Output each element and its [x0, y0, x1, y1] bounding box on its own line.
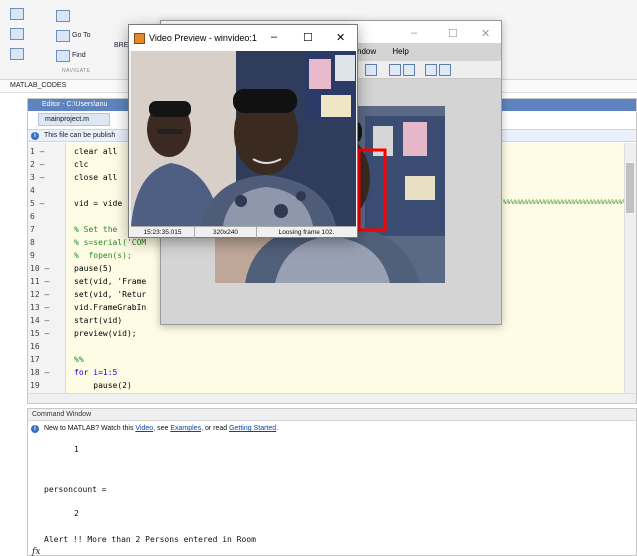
find-button[interactable]: Find — [72, 52, 86, 59]
line-number: 13 – — [30, 303, 50, 312]
line-number: 2 – — [30, 160, 45, 169]
code-line[interactable]: % s=serial('COM — [74, 238, 146, 247]
line-number: 15 – — [30, 329, 50, 338]
timestamp-readout: 15:23:35.015 — [131, 227, 195, 238]
line-number: 12 – — [30, 290, 50, 299]
close-button[interactable]: ✕ — [336, 31, 345, 44]
show-plot-tools-icon[interactable] — [439, 64, 451, 76]
code-line[interactable]: pause(5) — [74, 264, 113, 273]
info-mid1: , see — [153, 425, 171, 432]
info-icon: i — [31, 132, 39, 140]
code-line[interactable]: %% — [74, 355, 84, 364]
code-line[interactable]: preview(vid); — [74, 329, 137, 338]
publish-info-text: This file can be publish — [44, 132, 116, 139]
new-icon[interactable] — [10, 8, 24, 20]
goto-button[interactable]: Go To — [72, 32, 91, 39]
line-number: 10 – — [30, 264, 50, 273]
line-number: 14 – — [30, 316, 50, 325]
figure-maximize-button[interactable]: ☐ — [448, 27, 458, 40]
line-number: 17 — [30, 355, 40, 364]
figure-menubar: ndow Help — [357, 47, 409, 56]
legend-icon[interactable] — [403, 64, 415, 76]
alert-message: Alert !! More than 2 Persons entered in … — [44, 535, 256, 544]
maximize-button[interactable]: ☐ — [303, 31, 313, 44]
insert-icon[interactable] — [56, 10, 70, 22]
code-line[interactable]: pause(2) — [74, 381, 132, 390]
matlab-app-icon — [134, 33, 145, 44]
command-prompt-fx-icon[interactable]: fx — [32, 547, 40, 556]
goto-icon[interactable] — [56, 30, 70, 42]
line-number: 7 — [30, 225, 35, 234]
line-number: 19 — [30, 381, 40, 390]
minimize-button[interactable]: – — [271, 31, 277, 43]
compare-icon[interactable] — [10, 48, 24, 60]
new-to-matlab-bar: i New to MATLAB? Watch this Video, see E… — [28, 423, 636, 436]
command-window-title: Command Window — [28, 409, 636, 421]
frame-status-readout: Loosing frame 102. — [278, 229, 335, 236]
video-link[interactable]: Video — [135, 425, 153, 432]
editor-scroll-thumb[interactable] — [626, 163, 634, 213]
tab-mainproject[interactable]: mainproject.m — [38, 113, 110, 126]
code-line[interactable]: % Set the — [74, 225, 117, 234]
hide-plot-tools-icon[interactable] — [425, 64, 437, 76]
line-number: 4 — [30, 186, 35, 195]
find-icon[interactable] — [56, 50, 70, 62]
live-video-feed — [131, 51, 356, 226]
line-number: 11 – — [30, 277, 50, 286]
colorbar-icon[interactable] — [389, 64, 401, 76]
code-line[interactable]: for i=1:5 — [74, 368, 117, 377]
code-line[interactable]: clear all — [74, 147, 117, 156]
output-variable: personcount = — [44, 485, 107, 494]
line-number: 6 — [30, 212, 35, 221]
code-line[interactable]: set(vid, 'Frame — [74, 277, 146, 286]
menu-window[interactable]: ndow — [357, 47, 376, 56]
output-value: 1 — [74, 445, 79, 454]
code-line[interactable]: clc — [74, 160, 88, 169]
command-window: Command Window i New to MATLAB? Watch th… — [27, 408, 637, 556]
camera-frame-illustration — [131, 51, 356, 226]
examples-link[interactable]: Examples — [170, 425, 201, 432]
video-preview-title: Video Preview - winvideo:1 — [149, 33, 257, 43]
cell-divider: %%%%%%%%%%%%%%%%%%%%%%%%%%%%%%%%%%% — [503, 199, 630, 206]
resolution-readout: 320x240 — [195, 227, 257, 238]
code-line[interactable]: vid = vide — [74, 199, 122, 208]
line-number: 16 — [30, 342, 40, 351]
line-number: 18 – — [30, 368, 50, 377]
code-line[interactable]: close all — [74, 173, 117, 182]
video-status-bar: 15:23:35.015 320x240 Loosing frame 102. — [131, 226, 356, 238]
info-icon: i — [31, 425, 39, 433]
navigate-section-label: NAVIGATE — [62, 68, 91, 74]
menu-help[interactable]: Help — [392, 47, 408, 56]
breakpoints-label[interactable]: BRE — [114, 42, 128, 49]
video-preview-titlebar: Video Preview - winvideo:1 — [129, 25, 357, 51]
line-number: 5 – — [30, 199, 45, 208]
print-icon[interactable] — [365, 64, 377, 76]
figure-minimize-button[interactable]: – — [411, 27, 417, 39]
info-end: . — [276, 425, 279, 432]
getting-started-link[interactable]: Getting Started — [229, 425, 276, 432]
line-number: 9 — [30, 251, 35, 260]
figure-toolbar — [357, 61, 501, 79]
editor-horizontal-scrollbar[interactable] — [28, 393, 636, 403]
line-number: 3 – — [30, 173, 45, 182]
info-mid2: , or read — [201, 425, 230, 432]
code-line[interactable]: set(vid, 'Retur — [74, 290, 146, 299]
open-icon[interactable] — [10, 28, 24, 40]
video-preview-window: Video Preview - winvideo:1 – ☐ ✕ 15:23:3… — [128, 24, 358, 238]
line-number: 1 – — [30, 147, 45, 156]
figure-close-button[interactable]: ✕ — [481, 27, 490, 40]
line-number: 8 — [30, 238, 35, 247]
code-line[interactable]: % fopen(s); — [74, 251, 132, 260]
info-prefix: New to MATLAB? Watch this — [44, 425, 136, 432]
code-line[interactable]: start(vid) — [74, 316, 122, 325]
folder-path[interactable]: MATLAB_CODES — [10, 82, 66, 89]
output-value: 2 — [74, 509, 79, 518]
code-line[interactable]: vid.FrameGrabIn — [74, 303, 146, 312]
